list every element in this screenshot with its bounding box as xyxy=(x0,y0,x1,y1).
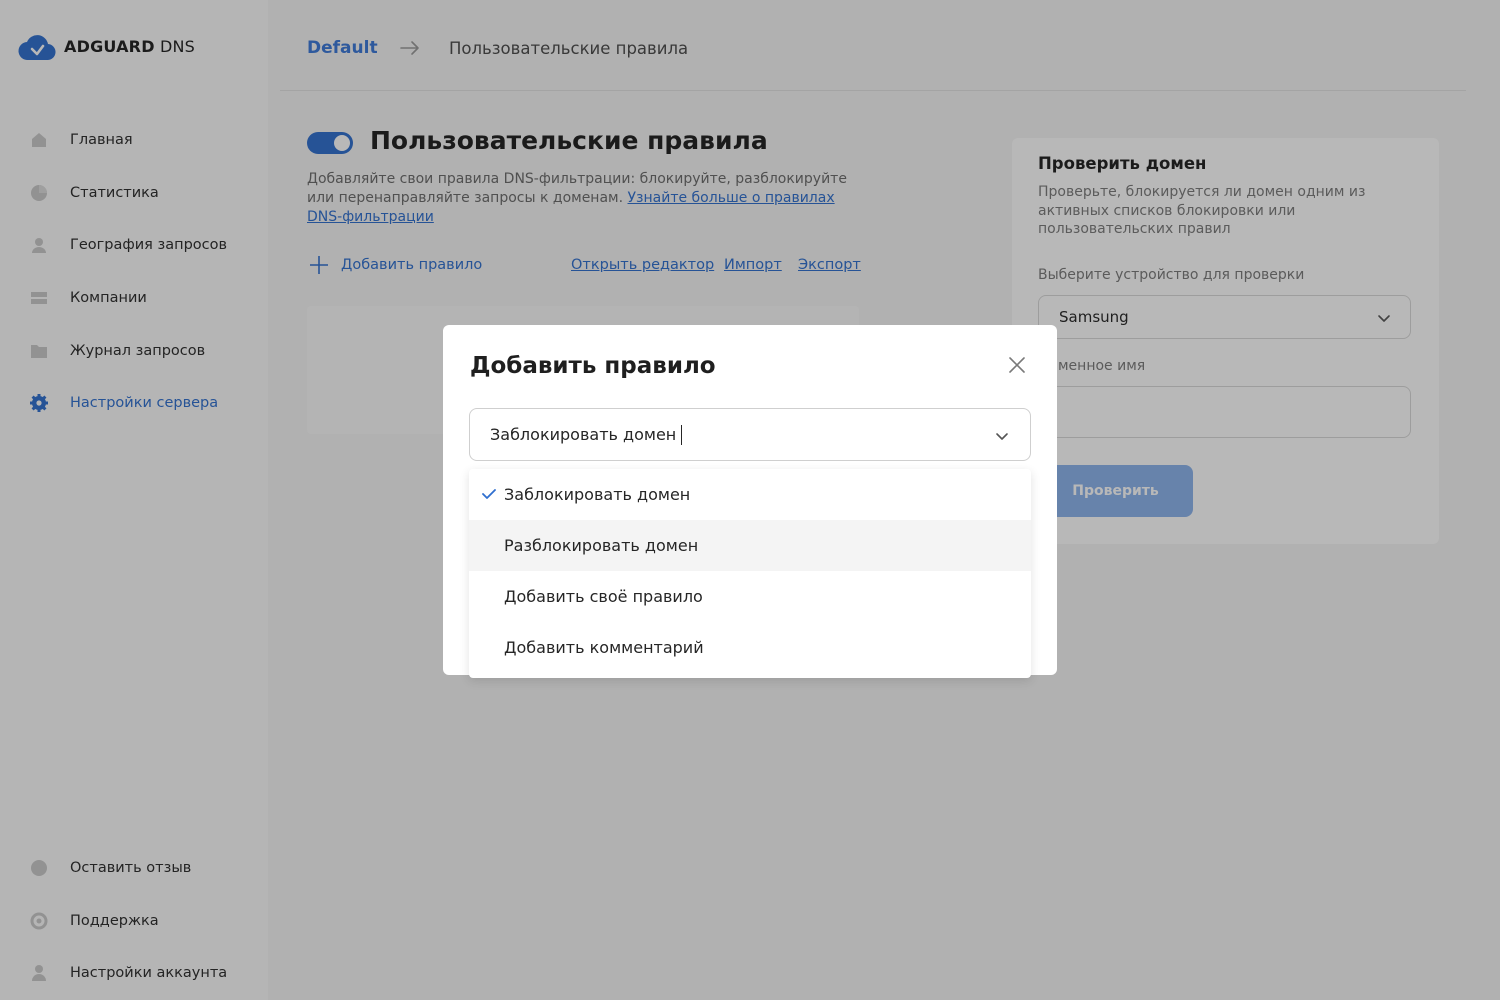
chevron-down-icon xyxy=(996,433,1008,440)
modal-title: Добавить правило xyxy=(470,353,716,379)
dropdown-option-label: Заблокировать домен xyxy=(504,485,691,504)
rule-type-dropdown: Заблокировать домен Разблокировать домен… xyxy=(469,469,1031,678)
dropdown-option-custom-rule[interactable]: Добавить своё правило xyxy=(469,571,1031,622)
dropdown-option-label: Разблокировать домен xyxy=(504,536,699,555)
dropdown-option-label: Добавить комментарий xyxy=(504,638,704,657)
dropdown-option-label: Добавить своё правило xyxy=(504,587,703,606)
checkmark-icon xyxy=(482,489,496,499)
rule-type-select[interactable]: Заблокировать домен xyxy=(469,408,1031,461)
text-caret xyxy=(681,424,683,445)
dropdown-option-add-comment[interactable]: Добавить комментарий xyxy=(469,622,1031,673)
dropdown-option-unblock-domain[interactable]: Разблокировать домен xyxy=(469,520,1031,571)
rule-type-select-value: Заблокировать домен xyxy=(490,425,677,444)
close-icon[interactable] xyxy=(1007,355,1027,375)
dropdown-option-block-domain[interactable]: Заблокировать домен xyxy=(469,469,1031,520)
